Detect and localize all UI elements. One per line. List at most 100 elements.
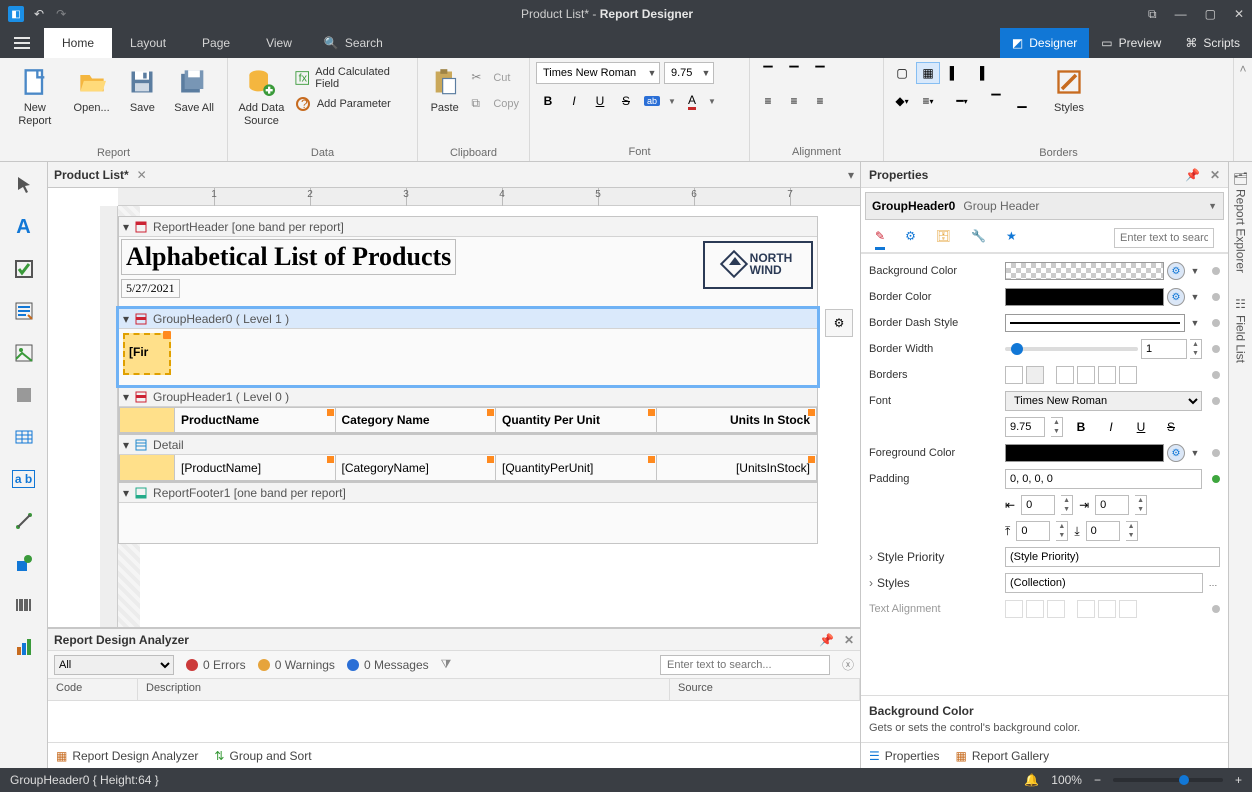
panel-tool[interactable] [7, 378, 41, 412]
font-bold[interactable]: B [1069, 416, 1093, 438]
colhdr-unitsinstock[interactable]: Units In Stock [730, 413, 810, 427]
borders-top[interactable] [1077, 366, 1095, 384]
errors-counter[interactable]: 0 Errors [186, 658, 246, 672]
analyzer-search-input[interactable] [660, 655, 830, 675]
open-button[interactable]: Open... [66, 62, 118, 140]
tab-properties[interactable]: ☰Properties [869, 749, 939, 763]
richtext-tool[interactable] [7, 294, 41, 328]
new-report-button[interactable]: New Report [6, 62, 64, 140]
add-calculated-field-button[interactable]: fx Add Calculated Field [291, 66, 411, 90]
prop-padding[interactable]: Padding [869, 466, 1220, 492]
align-top-right[interactable]: ▔ [808, 62, 832, 84]
checkbox-tool[interactable] [7, 252, 41, 286]
strikethrough-button[interactable]: S [614, 90, 638, 112]
cat-favorites-icon[interactable]: ★ [1006, 229, 1017, 247]
band-collapse-icon[interactable]: ▾ [123, 438, 129, 452]
border-width[interactable]: ≡▾ [916, 90, 940, 112]
prop-font-size[interactable]: 9.75▲▼ B I U S [869, 414, 1220, 440]
zoom-out-icon[interactable]: − [1094, 773, 1101, 787]
borders-left[interactable] [1056, 366, 1074, 384]
chevron-down-icon[interactable]: ▼ [1208, 201, 1217, 211]
save-button[interactable]: Save [119, 62, 165, 140]
cell-qtyperunit[interactable]: [QuantityPerUnit] [502, 461, 593, 475]
prop-styles[interactable]: ›Styles … [869, 570, 1220, 596]
cell-unitsinstock[interactable]: [UnitsInStock] [736, 461, 810, 475]
document-tab[interactable]: Product List* [54, 168, 129, 182]
cut-button[interactable]: ✂Cut [467, 66, 523, 90]
copy-button[interactable]: ⧉Copy [467, 92, 523, 116]
column-headers-row[interactable]: ProductName Category Name Quantity Per U… [119, 407, 817, 433]
line-tool[interactable] [7, 504, 41, 538]
font-color-button[interactable]: A [680, 90, 704, 112]
tab-group-and-sort[interactable]: ⇅Group and Sort [214, 749, 311, 763]
group-field-first-letter[interactable]: [Fir [123, 333, 171, 375]
redo-icon[interactable]: ↷ [56, 7, 66, 21]
band-report-footer[interactable]: ▾ ReportFooter1 [one band per report] [118, 482, 818, 544]
borders-none[interactable] [1005, 366, 1023, 384]
detail-row[interactable]: [ProductName] [CategoryName] [QuantityPe… [119, 455, 817, 481]
minimize-icon[interactable]: — [1175, 7, 1187, 22]
prop-padding-tb[interactable]: ⤒0▲▼ ⤓0▲▼ [869, 518, 1220, 544]
ribbon-search[interactable]: 🔍 Search [310, 28, 397, 58]
font-color-dropdown[interactable]: ▼ [706, 90, 718, 112]
font-strike[interactable]: S [1159, 416, 1183, 438]
highlight-dropdown[interactable]: ▼ [666, 90, 678, 112]
border-style[interactable]: ━▾ [942, 90, 982, 112]
table-tool[interactable] [7, 420, 41, 454]
border-none[interactable]: ▢ [890, 62, 914, 84]
styles-button[interactable]: Styles [1044, 62, 1094, 140]
smart-tag-icon[interactable] [163, 331, 171, 339]
prop-style-priority[interactable]: ›Style Priority [869, 544, 1220, 570]
prop-font[interactable]: Font Times New Roman [869, 388, 1220, 414]
expression-button[interactable]: ⚙ [1167, 262, 1185, 280]
font-size-combo[interactable]: ▼ [664, 62, 714, 84]
bold-button[interactable]: B [536, 90, 560, 112]
pin-icon[interactable]: 📌 [1185, 168, 1200, 182]
band-groupheader1[interactable]: ▾ GroupHeader1 ( Level 0 ) ProductName C… [118, 386, 818, 434]
align-top-center[interactable]: ▔ [782, 62, 806, 84]
italic-button[interactable]: I [562, 90, 586, 112]
prop-border-color[interactable]: Border Color ⚙▼ [869, 284, 1220, 310]
cat-data-icon[interactable]: 🗄 [936, 229, 951, 247]
filter-icon[interactable]: ⧩ [441, 657, 452, 672]
add-parameter-button[interactable]: ? Add Parameter [291, 92, 411, 116]
prop-background-color[interactable]: Background Color ⚙▼ [869, 258, 1220, 284]
prop-text-alignment[interactable]: Text Alignment [869, 596, 1220, 622]
analyzer-filter-select[interactable]: All [54, 655, 174, 675]
prop-border-width[interactable]: Border Width 1 ▲▼ [869, 336, 1220, 362]
border-right[interactable]: ▐ [968, 62, 992, 84]
align-mid-right[interactable]: ≡ [808, 90, 832, 112]
band-collapse-icon[interactable]: ▾ [123, 486, 129, 500]
vtab-field-list[interactable]: ☷Field List [1234, 297, 1248, 363]
colhdr-qtyperunit[interactable]: Quantity Per Unit [502, 413, 600, 427]
mode-scripts[interactable]: ⌘Scripts [1173, 28, 1252, 58]
band-groupheader0[interactable]: ▾ GroupHeader0 ( Level 1 ) [Fir ⚙ [118, 308, 818, 386]
band-detail[interactable]: ▾ Detail [ProductName] [CategoryName] [Q… [118, 434, 818, 482]
zoom-slider[interactable] [1113, 778, 1223, 782]
warnings-counter[interactable]: 0 Warnings [258, 658, 335, 672]
border-bottom[interactable]: ▁ [1010, 90, 1034, 112]
save-all-button[interactable]: Save All [167, 62, 221, 140]
align-top-left[interactable]: ▔ [756, 62, 780, 84]
border-all[interactable]: ▦ [916, 62, 940, 84]
label-tool[interactable]: A [7, 210, 41, 244]
zoom-in-icon[interactable]: + [1235, 773, 1242, 787]
restore-window-icon[interactable]: ⧉ [1148, 7, 1157, 22]
cat-behavior-icon[interactable]: ⚙ [905, 229, 916, 247]
clear-search-icon[interactable]: ⓧ [842, 656, 854, 673]
tab-layout[interactable]: Layout [112, 28, 184, 58]
align-mid-center[interactable]: ≡ [782, 90, 806, 112]
barcode-tool[interactable] [7, 588, 41, 622]
font-underline[interactable]: U [1129, 416, 1153, 438]
colhdr-category[interactable]: Category Name [342, 413, 430, 427]
col-description[interactable]: Description [138, 679, 670, 700]
col-source[interactable]: Source [670, 679, 860, 700]
messages-counter[interactable]: 0 Messages [347, 658, 429, 672]
cell-category[interactable]: [CategoryName] [342, 461, 429, 475]
undo-icon[interactable]: ↶ [34, 7, 44, 21]
chart-tool[interactable] [7, 630, 41, 664]
maximize-icon[interactable]: ▢ [1205, 7, 1216, 22]
align-mid-left[interactable]: ≡ [756, 90, 780, 112]
band-report-header[interactable]: ▾ ReportHeader [one band per report] Alp… [118, 216, 818, 308]
prop-borders[interactable]: Borders [869, 362, 1220, 388]
